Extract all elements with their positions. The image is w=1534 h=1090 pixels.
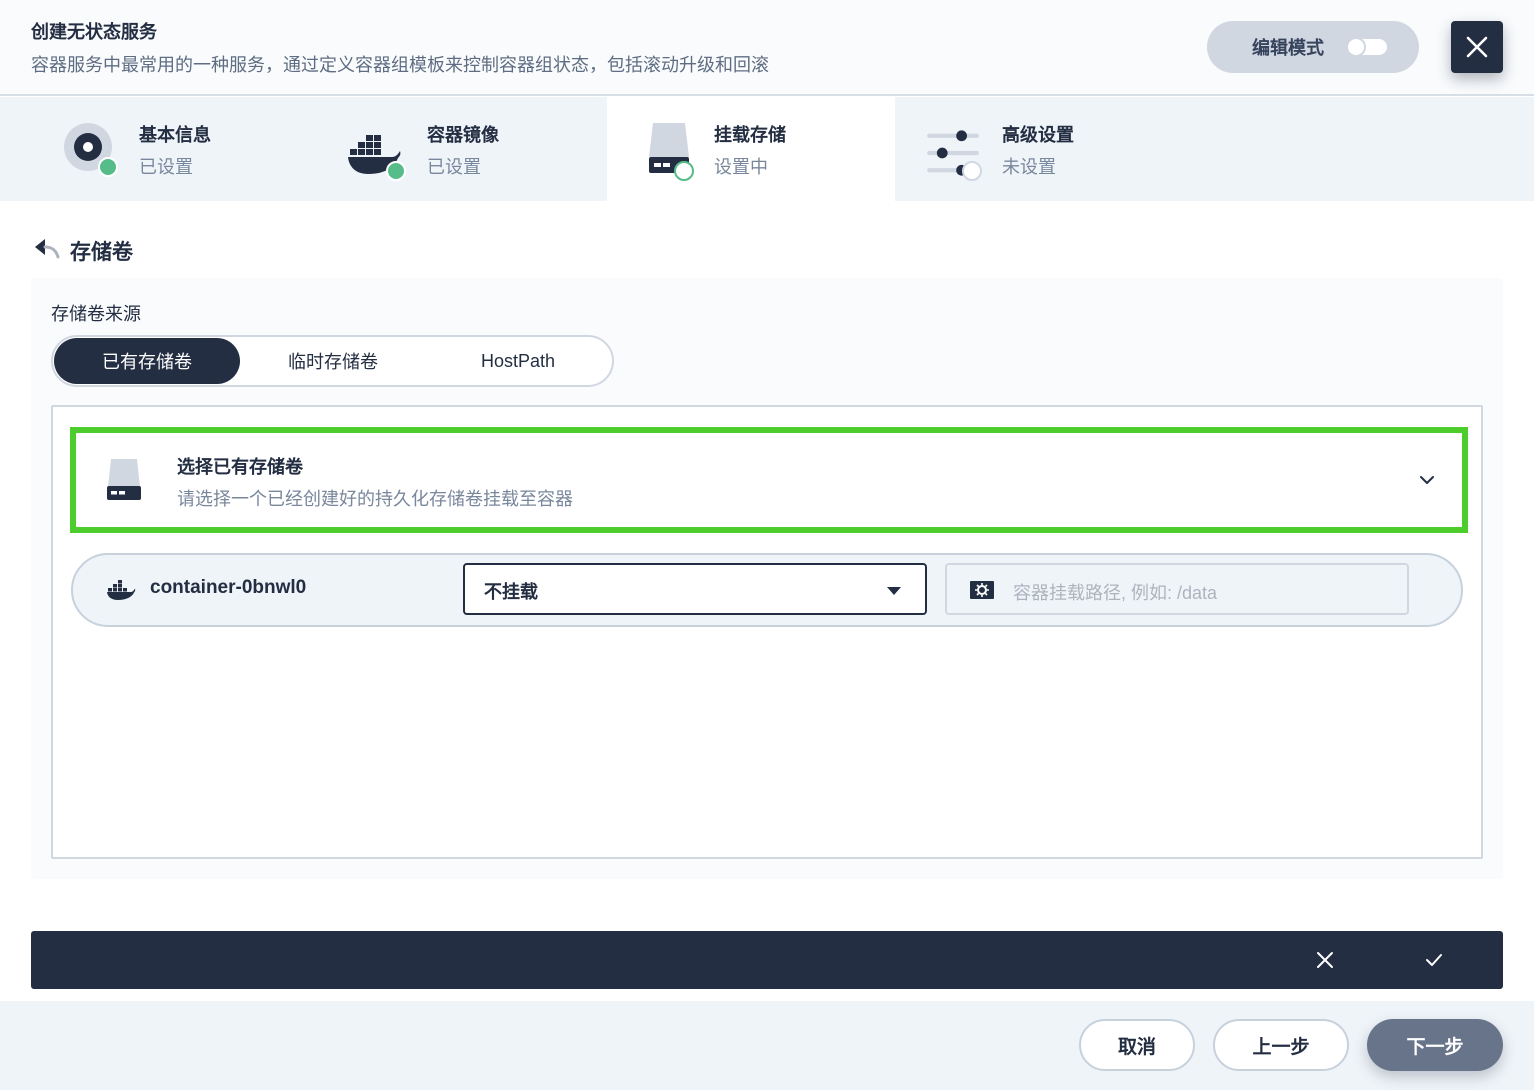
volume-form: 选择已有存储卷 请选择一个已经创建好的持久化存储卷挂载至容器 container… (51, 405, 1483, 859)
caret-down-icon (887, 587, 901, 595)
step-status: 已设置 (427, 157, 481, 177)
status-dot-done (98, 157, 118, 177)
mount-path-placeholder: 容器挂载路径, 例如: /data (1013, 583, 1218, 603)
volume-panel: 存储卷来源 已有存储卷 临时存储卷 HostPath 选择已有存储卷 请选择一个… (31, 278, 1503, 879)
chevron-down-icon (1420, 476, 1434, 484)
back-arrow-icon[interactable] (34, 237, 60, 261)
close-icon (1466, 36, 1488, 58)
step-title: 高级设置 (1002, 125, 1074, 145)
confirm-check-icon[interactable] (1423, 949, 1445, 971)
cancel-x-icon[interactable] (1314, 949, 1336, 971)
status-dot-done (386, 161, 406, 181)
toggle-switch[interactable] (1346, 37, 1387, 57)
mount-path-input[interactable]: 容器挂载路径, 例如: /data (945, 563, 1409, 615)
container-mount-row: container-0bnwl0 不挂载 容器挂载路径, 例如: /data (71, 553, 1463, 627)
next-step-button[interactable]: 下一步 (1367, 1019, 1503, 1071)
step-status: 设置中 (714, 157, 768, 177)
docker-icon (107, 580, 136, 600)
section-title: 存储卷 (70, 241, 133, 264)
mount-path-icon (970, 581, 994, 599)
step-status: 未设置 (1002, 157, 1056, 177)
previous-step-button[interactable]: 上一步 (1213, 1019, 1349, 1071)
cancel-button[interactable]: 取消 (1079, 1019, 1195, 1071)
status-dot-in-progress (674, 161, 694, 181)
modal-footer: 取消 上一步 下一步 (0, 1001, 1534, 1090)
step-mount-storage[interactable]: 挂载存储 设置中 (607, 97, 895, 201)
storage-icon (107, 459, 141, 500)
step-status: 已设置 (139, 157, 193, 177)
volume-source-tabs: 已有存储卷 临时存储卷 HostPath (51, 335, 614, 387)
modal-description: 容器服务中最常用的一种服务，通过定义容器组模板来控制容器组状态，包括滚动升级和回… (31, 55, 769, 75)
tab-temporary-volume[interactable]: 临时存储卷 (240, 338, 426, 384)
select-volume-description: 请选择一个已经创建好的持久化存储卷挂载至容器 (177, 489, 573, 509)
tab-hostpath[interactable]: HostPath (425, 338, 611, 384)
volume-source-label: 存储卷来源 (51, 304, 141, 324)
step-basic-info[interactable]: 基本信息 已设置 (0, 97, 288, 201)
edit-mode-toggle[interactable]: 编辑模式 (1207, 21, 1419, 73)
confirm-bar (31, 931, 1503, 989)
step-title: 基本信息 (139, 125, 211, 145)
container-name: container-0bnwl0 (150, 577, 307, 598)
select-existing-volume-dropdown[interactable]: 选择已有存储卷 请选择一个已经创建好的持久化存储卷挂载至容器 (70, 427, 1468, 533)
mount-mode-select[interactable]: 不挂载 (463, 563, 927, 615)
step-title: 容器镜像 (427, 125, 499, 145)
step-bar: 基本信息 已设置 容器镜像 已设置 挂载存储 设置中 高级设置 未设置 (0, 97, 1534, 201)
step-container-image[interactable]: 容器镜像 已设置 (288, 97, 576, 201)
modal-title: 创建无状态服务 (31, 22, 157, 42)
close-button[interactable] (1451, 21, 1503, 73)
step-title: 挂载存储 (714, 125, 786, 145)
step-advanced-settings[interactable]: 高级设置 未设置 (895, 97, 1183, 201)
mount-mode-value: 不挂载 (484, 582, 538, 602)
edit-mode-label: 编辑模式 (1252, 38, 1324, 58)
select-volume-title: 选择已有存储卷 (177, 457, 303, 477)
status-dot-pending (962, 161, 982, 181)
tab-existing-volume[interactable]: 已有存储卷 (54, 338, 240, 384)
modal-header: 创建无状态服务 容器服务中最常用的一种服务，通过定义容器组模板来控制容器组状态，… (0, 0, 1534, 96)
